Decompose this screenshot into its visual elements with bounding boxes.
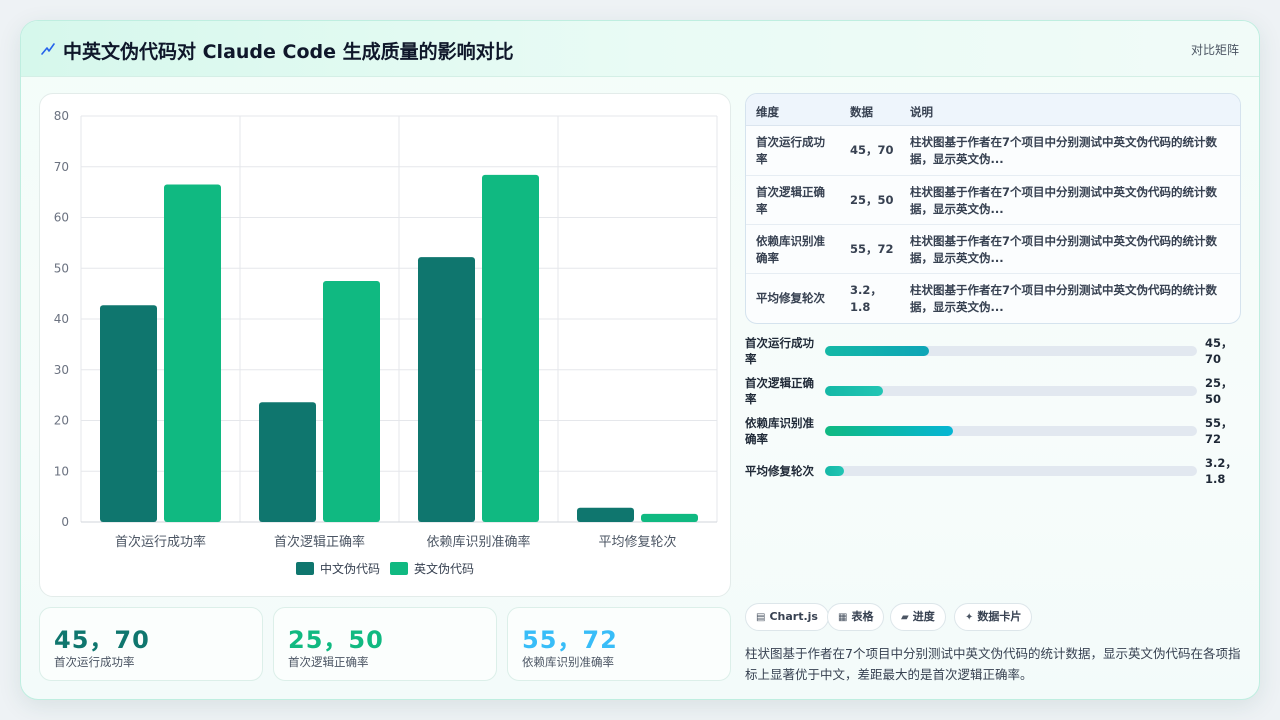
table-cell-dimension: 首次运行成功率 xyxy=(756,135,825,166)
progress-fill xyxy=(825,466,844,476)
table-cell-description: 柱状图基于作者在7个项目中分别测试中英文伪代码的统计数据，显示英文伪... xyxy=(910,234,1217,265)
table-cell-description: 柱状图基于作者在7个项目中分别测试中英文伪代码的统计数据，显示英文伪... xyxy=(910,185,1217,216)
table-header: 维度 数据 说明 xyxy=(746,94,1240,126)
bar-cn-1 xyxy=(259,402,316,522)
progress-icon: ▰ xyxy=(901,612,909,623)
stat-card-logic: 25，50 首次逻辑正确率 xyxy=(273,607,497,681)
y-tick-label: 50 xyxy=(54,261,69,275)
progress-value: 3.2，1.8 xyxy=(1205,456,1237,486)
bar-en-1 xyxy=(323,280,380,522)
progress-item: 依赖库识别准确率 55，72 xyxy=(745,415,1241,449)
table-header-data: 数据 xyxy=(850,105,873,119)
chip-table[interactable]: ▦ 表格 xyxy=(827,603,885,631)
stat-value: 25，50 xyxy=(288,626,384,654)
y-tick-label: 70 xyxy=(54,160,69,174)
stat-value: 45，70 xyxy=(54,626,150,654)
comparison-table: 维度 数据 说明 首次运行成功率 45，70 柱状图基于作者在7个项目中分别测试… xyxy=(745,93,1241,324)
y-tick-label: 20 xyxy=(54,414,69,428)
card-icon: ✦ xyxy=(965,612,974,623)
progress-track xyxy=(825,466,1197,476)
x-tick-label: 依赖库识别准确率 xyxy=(426,534,530,550)
header: 中英文伪代码对 Claude Code 生成质量的影响对比 对比矩阵 xyxy=(21,21,1259,77)
chip-progress[interactable]: ▰ 进度 xyxy=(890,603,946,631)
progress-track xyxy=(825,386,1197,396)
table-row: 平均修复轮次 3.2，1.8 柱状图基于作者在7个项目中分别测试中英文伪代码的统… xyxy=(746,274,1240,323)
y-tick-label: 60 xyxy=(54,211,69,225)
table-icon: ▦ xyxy=(838,612,848,623)
table-cell-data: 25，50 xyxy=(850,193,894,207)
chip-chartjs[interactable]: ▤ Chart.js xyxy=(745,603,829,631)
stat-card-first-run: 45，70 首次运行成功率 xyxy=(39,607,263,681)
table-cell-description: 柱状图基于作者在7个项目中分别测试中英文伪代码的统计数据，显示英文伪... xyxy=(910,135,1217,166)
stat-value: 55，72 xyxy=(522,626,618,654)
table-cell-description: 柱状图基于作者在7个项目中分别测试中英文伪代码的统计数据，显示英文伪... xyxy=(910,283,1217,314)
bar-en-2 xyxy=(482,174,539,522)
chip-label: 数据卡片 xyxy=(977,610,1022,623)
chip-data-card[interactable]: ✦ 数据卡片 xyxy=(954,603,1033,631)
table-cell-dimension: 依赖库识别准确率 xyxy=(756,234,825,265)
progress-label: 依赖库识别准确率 xyxy=(745,416,814,446)
progress-value: 55，72 xyxy=(1205,416,1233,446)
progress-item: 首次运行成功率 45，70 xyxy=(745,335,1241,369)
table-row: 首次逻辑正确率 25，50 柱状图基于作者在7个项目中分别测试中英文伪代码的统计… xyxy=(746,176,1240,225)
progress-fill xyxy=(825,346,930,356)
y-tick-label: 0 xyxy=(61,515,69,529)
progress-item: 首次逻辑正确率 25，50 xyxy=(745,375,1241,409)
bar-cn-0 xyxy=(100,305,157,522)
table-cell-dimension: 平均修复轮次 xyxy=(756,291,825,305)
bar-chart: 0 10 20 30 40 50 60 70 80 首次运行成功率 首次逻辑正确率 依赖库识别准确率 平… xyxy=(54,109,718,576)
progress-label: 首次逻辑正确率 xyxy=(745,376,814,406)
table-cell-dimension: 首次逻辑正确率 xyxy=(756,185,825,216)
dashboard-card: 中英文伪代码对 Claude Code 生成质量的影响对比 对比矩阵 0 10 20… xyxy=(20,20,1260,700)
page-title: 中英文伪代码对 Claude Code 生成质量的影响对比 xyxy=(63,41,514,63)
table-cell-data: 45，70 xyxy=(850,143,894,157)
bar-cn-3 xyxy=(577,507,634,522)
stat-label: 依赖库识别准确率 xyxy=(522,655,614,669)
legend-swatch xyxy=(390,562,408,575)
progress-value: 25，50 xyxy=(1205,376,1233,406)
x-tick-label: 首次运行成功率 xyxy=(115,534,206,550)
bar-en-3 xyxy=(641,513,698,522)
chip-label: 进度 xyxy=(912,610,935,623)
summary-text: 柱状图基于作者在7个项目中分别测试中英文伪代码的统计数据，显示英文伪代码在各项指… xyxy=(745,646,1241,682)
chart-icon: ▤ xyxy=(756,612,766,623)
table-header-description: 说明 xyxy=(910,105,933,119)
y-tick-label: 40 xyxy=(54,312,69,326)
progress-track xyxy=(825,346,1197,356)
stat-label: 首次逻辑正确率 xyxy=(288,655,369,669)
bar-en-0 xyxy=(164,184,221,522)
spark-icon xyxy=(41,43,55,55)
bar-cn-2 xyxy=(418,257,475,522)
progress-fill xyxy=(825,426,954,436)
mode-label: 对比矩阵 xyxy=(1190,43,1239,57)
progress-value: 45，70 xyxy=(1205,336,1233,366)
progress-track xyxy=(825,426,1197,436)
y-tick-label: 10 xyxy=(54,464,69,478)
progress-label: 平均修复轮次 xyxy=(745,464,814,478)
x-tick-label: 平均修复轮次 xyxy=(598,534,676,550)
progress-label: 首次运行成功率 xyxy=(745,336,814,366)
chip-label: 表格 xyxy=(851,610,874,623)
table-cell-data: 55，72 xyxy=(850,242,894,256)
progress-item: 平均修复轮次 3.2，1.8 xyxy=(745,455,1241,489)
chart-panel: 0 10 20 30 40 50 60 70 80 首次运行成功率 首次逻辑正确率 依赖库识别准确率 平… xyxy=(39,93,731,597)
stat-label: 首次运行成功率 xyxy=(54,655,135,669)
table-row: 首次运行成功率 45，70 柱状图基于作者在7个项目中分别测试中英文伪代码的统计… xyxy=(746,126,1240,176)
y-tick-label: 80 xyxy=(54,109,69,123)
table-header-dimension: 维度 xyxy=(756,105,779,119)
progress-fill xyxy=(825,386,883,396)
table-row: 依赖库识别准确率 55，72 柱状图基于作者在7个项目中分别测试中英文伪代码的统… xyxy=(746,225,1240,274)
table-cell-data: 3.2，1.8 xyxy=(850,283,882,314)
stat-card-dependency: 55，72 依赖库识别准确率 xyxy=(507,607,731,681)
legend-swatch xyxy=(296,562,314,575)
legend-label: 中文伪代码 xyxy=(320,561,380,576)
y-tick-label: 30 xyxy=(54,363,69,377)
x-tick-label: 首次逻辑正确率 xyxy=(274,534,365,550)
chip-label: Chart.js xyxy=(769,610,818,623)
legend-label: 英文伪代码 xyxy=(414,561,474,576)
